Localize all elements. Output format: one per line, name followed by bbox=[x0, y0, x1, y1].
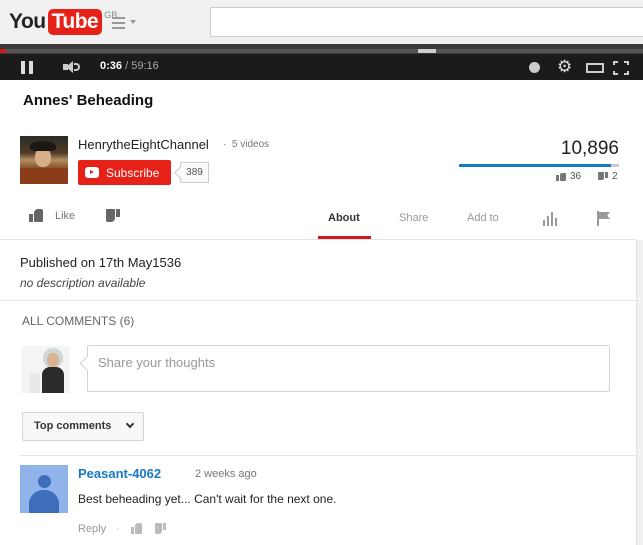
fullscreen-icon[interactable] bbox=[613, 61, 629, 75]
divider bbox=[0, 239, 636, 240]
comment-timestamp[interactable]: 2 weeks ago bbox=[195, 468, 257, 480]
search-input[interactable] bbox=[210, 7, 643, 37]
watch-later-icon[interactable] bbox=[529, 62, 540, 73]
duration: / 59:16 bbox=[125, 60, 159, 72]
comment-text: Best beheading yet... Can't wait for the… bbox=[78, 492, 337, 506]
current-time: 0:36 bbox=[100, 60, 123, 72]
masthead: You Tube GB bbox=[0, 0, 643, 44]
channel-name[interactable]: HenrytheEightChannel bbox=[78, 137, 209, 152]
comments-header: ALL COMMENTS (6) bbox=[22, 314, 135, 328]
subscriber-count: 389 bbox=[180, 162, 209, 183]
view-count: 10,896 bbox=[560, 138, 619, 159]
dislike-button[interactable] bbox=[106, 209, 120, 225]
page-edge bbox=[636, 240, 643, 545]
channel-avatar[interactable] bbox=[20, 136, 68, 184]
logo-tube-text: Tube bbox=[47, 9, 103, 35]
dislike-count-value: 2 bbox=[612, 171, 618, 182]
video-count-label: 5 videos bbox=[231, 139, 270, 150]
progress-played bbox=[0, 49, 7, 53]
player-controls: 0:36 / 59:16 ⚙ bbox=[0, 54, 643, 80]
flag-icon[interactable] bbox=[597, 211, 611, 226]
channel-video-count[interactable]: · 5 videos bbox=[223, 139, 269, 150]
tab-share[interactable]: Share bbox=[399, 212, 428, 224]
thumbs-down-icon bbox=[106, 209, 120, 222]
thumbs-up-icon bbox=[556, 172, 566, 181]
chevron-down-icon bbox=[125, 419, 135, 429]
divider bbox=[20, 455, 636, 456]
like-count-value: 36 bbox=[570, 171, 582, 182]
time-display: 0:36 / 59:16 bbox=[100, 60, 159, 72]
channel-separator: · bbox=[223, 139, 227, 150]
like-count: 36 bbox=[556, 171, 581, 182]
thumbs-up-icon bbox=[131, 523, 142, 534]
thumbs-up-icon bbox=[29, 209, 43, 222]
divider bbox=[0, 300, 636, 301]
comment-input[interactable]: Share your thoughts bbox=[87, 345, 610, 392]
dislike-count: 2 bbox=[598, 171, 618, 182]
thumbs-down-icon bbox=[155, 523, 166, 534]
tab-add-to[interactable]: Add to bbox=[467, 212, 499, 224]
like-button[interactable]: Like bbox=[29, 209, 75, 222]
theater-mode-icon[interactable] bbox=[586, 63, 604, 73]
reply-separator: · bbox=[116, 523, 120, 535]
stats-icon[interactable] bbox=[543, 212, 557, 226]
settings-icon[interactable]: ⚙ bbox=[557, 58, 572, 75]
progress-marker bbox=[418, 49, 436, 53]
logo-you-text: You bbox=[9, 10, 46, 33]
video-description: no description available bbox=[20, 276, 146, 290]
tab-about[interactable]: About bbox=[328, 212, 360, 224]
sort-comments-dropdown[interactable]: Top comments bbox=[22, 412, 144, 441]
comment-author[interactable]: Peasant-4062 bbox=[78, 466, 161, 481]
video-title: Annes' Beheading bbox=[23, 92, 154, 109]
user-avatar bbox=[22, 346, 70, 393]
reply-button[interactable]: Reply bbox=[78, 523, 106, 535]
guide-menu-icon[interactable] bbox=[112, 16, 136, 30]
youtube-logo[interactable]: You Tube GB bbox=[9, 9, 117, 35]
progress-bar[interactable] bbox=[0, 49, 643, 53]
youtube-play-icon bbox=[85, 167, 99, 178]
sentiment-bar bbox=[459, 164, 619, 167]
like-label: Like bbox=[55, 209, 76, 222]
pause-icon[interactable] bbox=[21, 61, 35, 74]
commenter-avatar[interactable] bbox=[20, 465, 68, 513]
sort-label: Top comments bbox=[34, 420, 112, 432]
publish-date: Published on 17th May1536 bbox=[20, 255, 182, 270]
comment-like-button[interactable] bbox=[131, 522, 142, 537]
subscribe-label: Subscribe bbox=[106, 166, 160, 180]
volume-icon[interactable] bbox=[63, 61, 81, 73]
thumbs-down-icon bbox=[598, 172, 608, 181]
sentiment-likes bbox=[459, 164, 611, 167]
comment-dislike-button[interactable] bbox=[155, 522, 166, 537]
subscribe-button[interactable]: Subscribe bbox=[78, 160, 171, 185]
